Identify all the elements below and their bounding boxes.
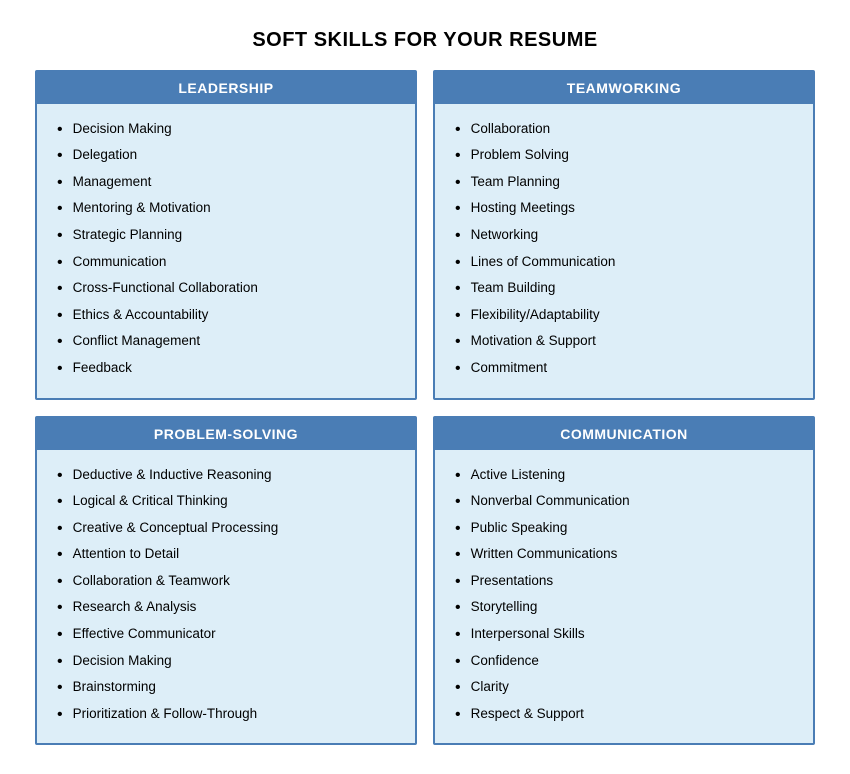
skill-item-problem-solving-0: Deductive & Inductive Reasoning [57, 464, 399, 489]
skill-item-leadership-0: Decision Making [57, 118, 399, 143]
skill-list-communication: Active ListeningNonverbal CommunicationP… [455, 464, 797, 728]
body-teamworking: CollaborationProblem SolvingTeam Plannin… [435, 104, 813, 398]
body-leadership: Decision MakingDelegationManagementMento… [37, 104, 415, 398]
skill-item-communication-2: Public Speaking [455, 517, 797, 542]
skill-item-teamworking-1: Problem Solving [455, 144, 797, 169]
page-wrapper: SOFT SKILLS FOR YOUR RESUME LEADERSHIP De… [15, 9, 835, 766]
skill-item-teamworking-0: Collaboration [455, 118, 797, 143]
skill-item-problem-solving-9: Prioritization & Follow-Through [57, 703, 399, 728]
skill-item-problem-solving-8: Brainstorming [57, 676, 399, 701]
header-teamworking: TEAMWORKING [435, 72, 813, 104]
skill-item-communication-5: Storytelling [455, 596, 797, 621]
skill-item-leadership-1: Delegation [57, 144, 399, 169]
skill-item-communication-4: Presentations [455, 570, 797, 595]
skill-item-problem-solving-5: Research & Analysis [57, 596, 399, 621]
skill-item-communication-0: Active Listening [455, 464, 797, 489]
card-leadership: LEADERSHIP Decision MakingDelegationManag… [35, 70, 417, 400]
skill-item-teamworking-4: Networking [455, 224, 797, 249]
skill-item-teamworking-6: Team Building [455, 277, 797, 302]
skill-item-leadership-4: Strategic Planning [57, 224, 399, 249]
skill-item-teamworking-2: Team Planning [455, 171, 797, 196]
skill-item-communication-8: Clarity [455, 676, 797, 701]
skill-item-leadership-2: Management [57, 171, 399, 196]
header-leadership: LEADERSHIP [37, 72, 415, 104]
card-problem-solving: PROBLEM-SOLVING Deductive & Inductive Rea… [35, 416, 417, 746]
header-communication: COMMUNICATION [435, 418, 813, 450]
skill-item-communication-1: Nonverbal Communication [455, 490, 797, 515]
skill-item-leadership-7: Ethics & Accountability [57, 304, 399, 329]
body-communication: Active ListeningNonverbal CommunicationP… [435, 450, 813, 744]
skill-item-problem-solving-3: Attention to Detail [57, 543, 399, 568]
body-problem-solving: Deductive & Inductive ReasoningLogical &… [37, 450, 415, 744]
skill-item-problem-solving-2: Creative & Conceptual Processing [57, 517, 399, 542]
skills-grid: LEADERSHIPDecision MakingDelegationManag… [35, 70, 815, 746]
card-communication: COMMUNICATION Active ListeningNonverbal C… [433, 416, 815, 746]
skill-item-communication-6: Interpersonal Skills [455, 623, 797, 648]
card-teamworking: TEAMWORKINGCollaborationProblem SolvingT… [433, 70, 815, 400]
skill-item-problem-solving-6: Effective Communicator [57, 623, 399, 648]
skill-item-teamworking-7: Flexibility/Adaptability [455, 304, 797, 329]
skill-item-teamworking-8: Motivation & Support [455, 330, 797, 355]
skill-item-teamworking-3: Hosting Meetings [455, 197, 797, 222]
page-title: SOFT SKILLS FOR YOUR RESUME [35, 29, 815, 52]
header-problem-solving: PROBLEM-SOLVING [37, 418, 415, 450]
skill-item-communication-7: Confidence [455, 650, 797, 675]
skill-item-leadership-8: Conflict Management [57, 330, 399, 355]
skill-item-problem-solving-7: Decision Making [57, 650, 399, 675]
skill-item-teamworking-9: Commitment [455, 357, 797, 382]
skill-item-problem-solving-1: Logical & Critical Thinking [57, 490, 399, 515]
skill-list-problem-solving: Deductive & Inductive ReasoningLogical &… [57, 464, 399, 728]
skill-item-leadership-3: Mentoring & Motivation [57, 197, 399, 222]
skill-item-problem-solving-4: Collaboration & Teamwork [57, 570, 399, 595]
skill-list-teamworking: CollaborationProblem SolvingTeam Plannin… [455, 118, 797, 382]
skill-list-leadership: Decision MakingDelegationManagementMento… [57, 118, 399, 382]
skill-item-leadership-6: Cross-Functional Collaboration [57, 277, 399, 302]
skill-item-leadership-9: Feedback [57, 357, 399, 382]
skill-item-communication-9: Respect & Support [455, 703, 797, 728]
skill-item-leadership-5: Communication [57, 251, 399, 276]
skill-item-communication-3: Written Communications [455, 543, 797, 568]
skill-item-teamworking-5: Lines of Communication [455, 251, 797, 276]
